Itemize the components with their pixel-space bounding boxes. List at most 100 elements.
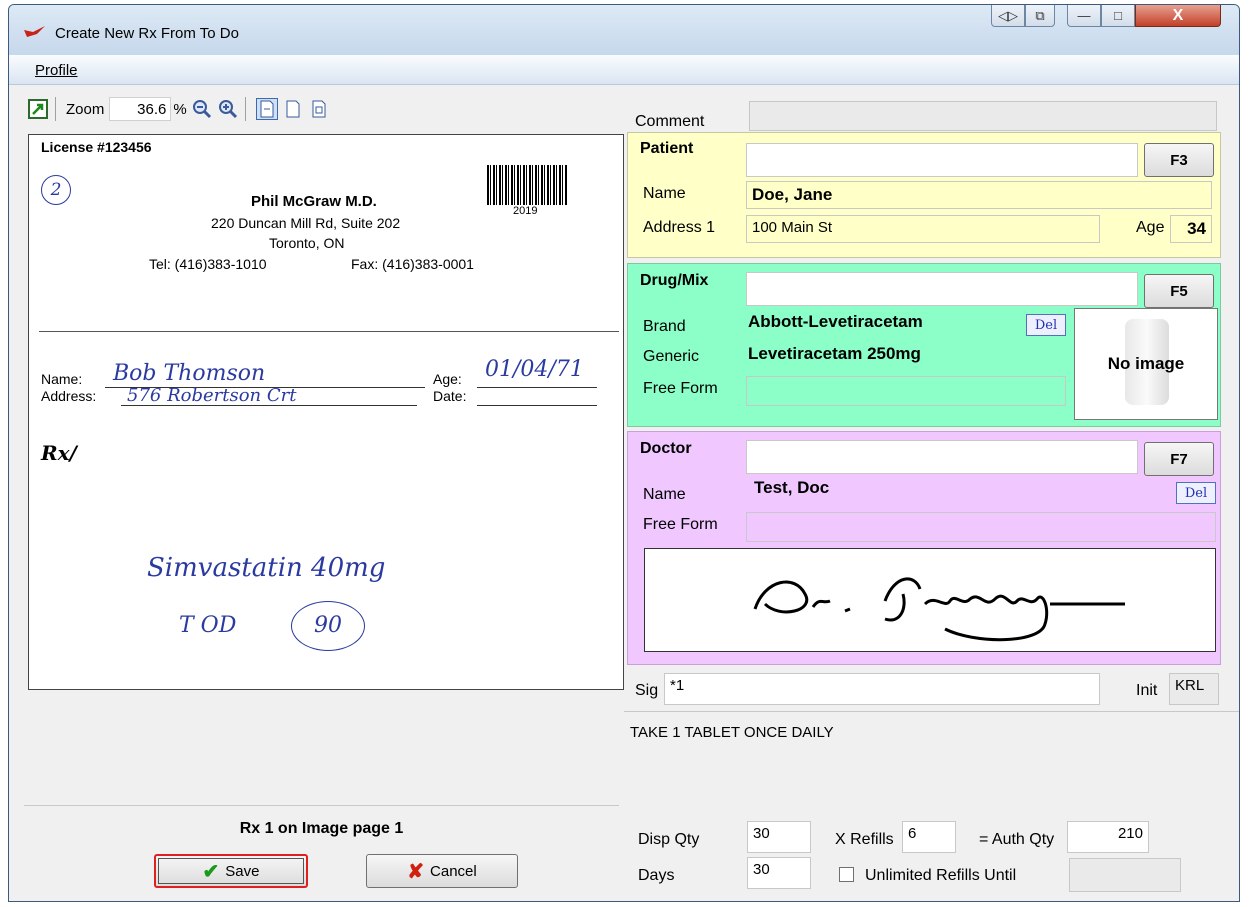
barcode-year: 2019 [513,205,538,217]
auth-qty-field[interactable]: 210 [1067,821,1149,853]
days-input[interactable]: 30 [747,857,811,889]
drug-generic-label: Generic [643,348,700,365]
age-underline [477,387,597,388]
sig-input[interactable]: *1 [664,673,1100,705]
drug-title: Drug/Mix [640,272,709,289]
image-toolbar: Zoom 36.6 % [27,95,330,123]
zoom-in-icon[interactable] [217,98,239,120]
refills-input[interactable]: 6 [902,821,956,853]
drug-image-placeholder: No image [1074,308,1218,420]
doctor-group: Doctor F7 Name Test, Doc Del Free Form [627,431,1221,665]
unlimited-refills-date[interactable] [1069,858,1181,892]
patient-name-field[interactable]: Doe, Jane [746,181,1212,209]
doctor-name-label: Name [643,486,686,503]
drug-f5-button[interactable]: F5 [1144,274,1214,308]
fit-width-icon[interactable] [255,98,278,120]
maximize-button[interactable]: □ [1101,5,1135,27]
expand-icon[interactable] [27,98,49,120]
title-bar[interactable]: Create New Rx From To Do ◁▷ ⧉ — □ X [9,5,1239,55]
patient-address-field[interactable]: 100 Main St [746,215,1100,243]
drug-brand-value: Abbott-Levetiracetam [748,312,923,331]
drug-group: Drug/Mix F5 Brand Abbott-Levetiracetam D… [627,263,1221,427]
refills-label: X Refills [835,831,894,848]
close-button[interactable]: X [1135,5,1221,27]
date-underline [477,405,597,406]
patient-name-label: Name [643,185,686,202]
save-label: Save [225,862,260,880]
toolbar-divider [244,97,246,121]
minimize-button[interactable]: — [1067,5,1101,27]
handwritten-drug: Simvastatin 40mg [147,553,386,583]
comment-field[interactable] [749,101,1217,131]
doctor-search-input[interactable] [746,440,1138,474]
patient-f3-button[interactable]: F3 [1144,143,1214,177]
dialog-window: Create New Rx From To Do ◁▷ ⧉ — □ X Prof… [8,4,1240,902]
patient-address-label: Address 1 [643,219,716,236]
rx-page-indicator: Rx 1 on Image page 1 [239,820,404,837]
checkmark-icon: ✔ [202,860,220,883]
patient-search-input[interactable] [746,143,1138,177]
zoom-out-icon[interactable] [191,98,213,120]
drug-search-input[interactable] [746,272,1138,306]
snap-icon[interactable]: ◁▷ [991,5,1025,27]
init-label: Init [1136,682,1158,699]
drug-brand-label: Brand [643,318,686,335]
zoom-unit: % [173,100,187,118]
init-field[interactable]: KRL [1169,673,1219,705]
menu-bar: Profile [9,55,1239,85]
patient-age-field[interactable]: 34 [1170,215,1212,243]
doctor-freeform-field[interactable] [746,512,1216,542]
patient-title: Patient [640,140,694,157]
zoom-label: Zoom [66,100,105,118]
handwritten-patient-name: Bob Thomson [113,361,266,386]
auth-qty-label: = Auth Qty [979,831,1055,848]
prescriber-address-2: Toronto, ON [269,235,345,251]
drug-freeform-field[interactable] [746,376,1066,406]
circled-number: 2 [41,175,71,205]
app-logo-icon [23,25,47,43]
toolbar-divider [55,97,56,121]
comment-label: Comment [635,113,705,130]
date-label: Date: [433,388,467,404]
age-label: Age: [433,371,462,387]
actual-size-icon[interactable] [308,98,330,120]
zoom-input[interactable]: 36.6 [109,97,172,121]
cancel-label: Cancel [430,862,477,880]
unlimited-refills-label: Unlimited Refills Until [865,867,1017,884]
license-number: License #123456 [41,139,152,155]
disp-qty-label: Disp Qty [638,831,700,848]
prescriber-address-1: 220 Duncan Mill Rd, Suite 202 [211,215,401,231]
doctor-signature [644,548,1216,652]
unlimited-refills-checkbox[interactable] [839,867,854,882]
handwritten-directions: T OD [179,613,237,638]
patient-age-label: Age [1136,219,1165,236]
sig-label: Sig [635,682,659,699]
prescriber-tel: Tel: (416)383-1010 [149,256,267,272]
cancel-x-icon: ✘ [407,860,425,883]
doctor-f7-button[interactable]: F7 [1144,442,1214,476]
doctor-freeform-label: Free Form [643,516,718,533]
restore-copy-icon[interactable]: ⧉ [1025,5,1055,27]
no-image-text: No image [1107,354,1185,373]
disp-qty-input[interactable]: 30 [747,821,811,853]
prescriber-fax: Fax: (416)383-0001 [351,256,474,272]
left-footer: Rx 1 on Image page 1 ✔ Save ✘ Cancel [24,805,619,888]
rx-symbol: Rx/ [41,441,77,465]
barcode-image [487,165,567,205]
doctor-name-value: Test, Doc [754,478,830,497]
fit-page-icon[interactable] [282,98,304,120]
save-button[interactable]: ✔ Save [154,854,308,888]
prescription-image[interactable]: License #123456 2 2019 Phil McGraw M.D. … [28,134,624,690]
doctor-delete-button[interactable]: Del [1176,482,1216,504]
patient-name-label: Name: [41,371,83,387]
sig-expanded-text[interactable]: TAKE 1 TABLET ONCE DAILY [624,711,1239,807]
drug-freeform-label: Free Form [643,380,718,397]
handwritten-age: 01/04/71 [485,357,584,382]
drug-generic-value: Levetiracetam 250mg [748,344,921,363]
drug-delete-button[interactable]: Del [1026,314,1066,336]
patient-address-label: Address: [41,388,97,404]
handwritten-address: 576 Robertson Crt [127,385,297,406]
menu-profile[interactable]: Profile [35,62,78,79]
handwritten-quantity: 90 [291,601,365,651]
cancel-button[interactable]: ✘ Cancel [366,854,518,888]
